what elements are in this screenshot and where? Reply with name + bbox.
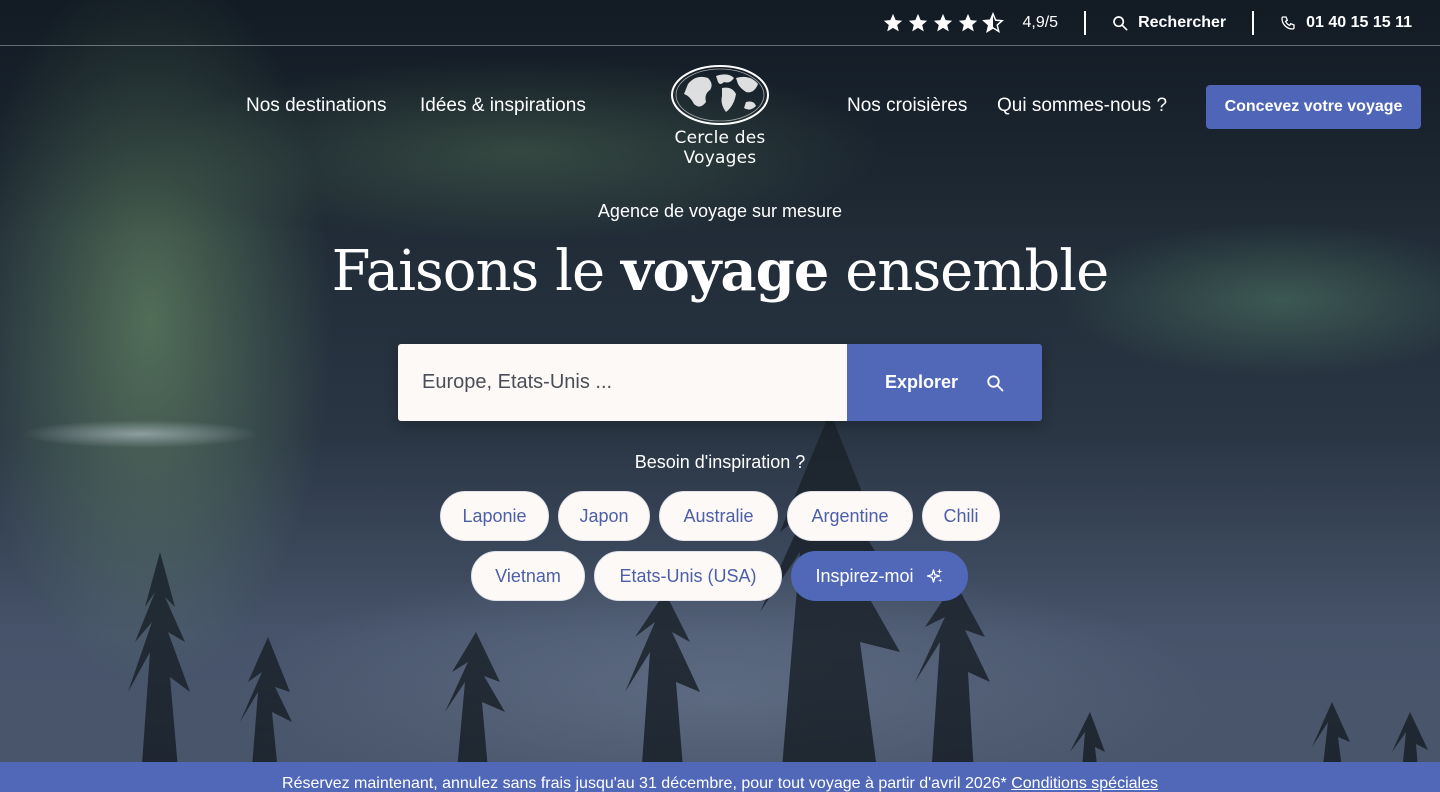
inspire-me-button[interactable]: Inspirez-moi: [791, 551, 968, 601]
search-icon: [1113, 15, 1128, 30]
star-icon: [884, 13, 903, 31]
special-conditions-link[interactable]: Conditions spéciales: [1011, 775, 1158, 792]
divider: [1252, 10, 1255, 35]
chip-argentine[interactable]: Argentine: [787, 491, 913, 541]
rating[interactable]: 4,9/5: [882, 11, 1059, 34]
promo-text: Réservez maintenant, annulez sans frais …: [282, 775, 1012, 792]
brand-name: Cercle des Voyages: [674, 128, 766, 168]
headline-start: Faisons le: [331, 239, 621, 304]
phone-number: 01 40 15 15 11: [1306, 13, 1412, 31]
chip-chili[interactable]: Chili: [922, 491, 1000, 541]
search-link[interactable]: Rechercher: [1112, 14, 1226, 32]
half-star-icon: [982, 11, 1005, 33]
hero-headline: Faisons le voyage ensemble: [0, 238, 1440, 304]
nav-ideas[interactable]: Idées & inspirations: [420, 95, 586, 117]
search-icon: [987, 374, 1004, 391]
destination-search: Explorer: [398, 344, 1042, 421]
chip-vietnam[interactable]: Vietnam: [471, 551, 585, 601]
chip-usa[interactable]: Etats-Unis (USA): [594, 551, 782, 601]
inspiration-label: Besoin d'inspiration ?: [634, 452, 806, 472]
design-trip-button[interactable]: Concevez votre voyage: [1206, 85, 1421, 129]
promo-banner: Réservez maintenant, annulez sans frais …: [0, 762, 1440, 792]
nav-cruises[interactable]: Nos croisières: [847, 95, 967, 117]
rating-value: 4,9/5: [1022, 13, 1059, 31]
explore-button[interactable]: Explorer: [847, 344, 1042, 421]
search-input[interactable]: [398, 344, 847, 421]
star-icon: [909, 13, 928, 31]
star-icon: [934, 13, 953, 31]
phone-link[interactable]: 01 40 15 15 11: [1280, 14, 1412, 32]
headline-bold: voyage: [620, 238, 829, 304]
chip-australie[interactable]: Australie: [659, 491, 778, 541]
inspire-me-label: Inspirez-moi: [815, 565, 914, 586]
phone-icon: [1281, 15, 1295, 30]
explore-button-label: Explorer: [884, 372, 959, 392]
divider: [1084, 10, 1087, 35]
top-bar: 4,9/5 Rechercher 01 40 15 15 11: [0, 0, 1440, 46]
hero-subtitle: Agence de voyage sur mesure: [597, 201, 843, 221]
main-nav: Nos destinations Idées & inspirations Ce…: [0, 46, 1440, 168]
nav-destinations[interactable]: Nos destinations: [246, 95, 386, 117]
headline-end: ensemble: [828, 239, 1109, 304]
sparkles-icon: [926, 568, 943, 583]
star-icon: [959, 13, 978, 31]
rating-stars: [882, 11, 1005, 34]
nav-about[interactable]: Qui sommes-nous ?: [997, 95, 1167, 117]
search-link-label: Rechercher: [1138, 13, 1227, 31]
chip-japon[interactable]: Japon: [558, 491, 650, 541]
chip-laponie[interactable]: Laponie: [440, 491, 549, 541]
globe-logo-icon: [671, 65, 769, 125]
brand-logo[interactable]: Cercle des Voyages: [636, 64, 804, 168]
